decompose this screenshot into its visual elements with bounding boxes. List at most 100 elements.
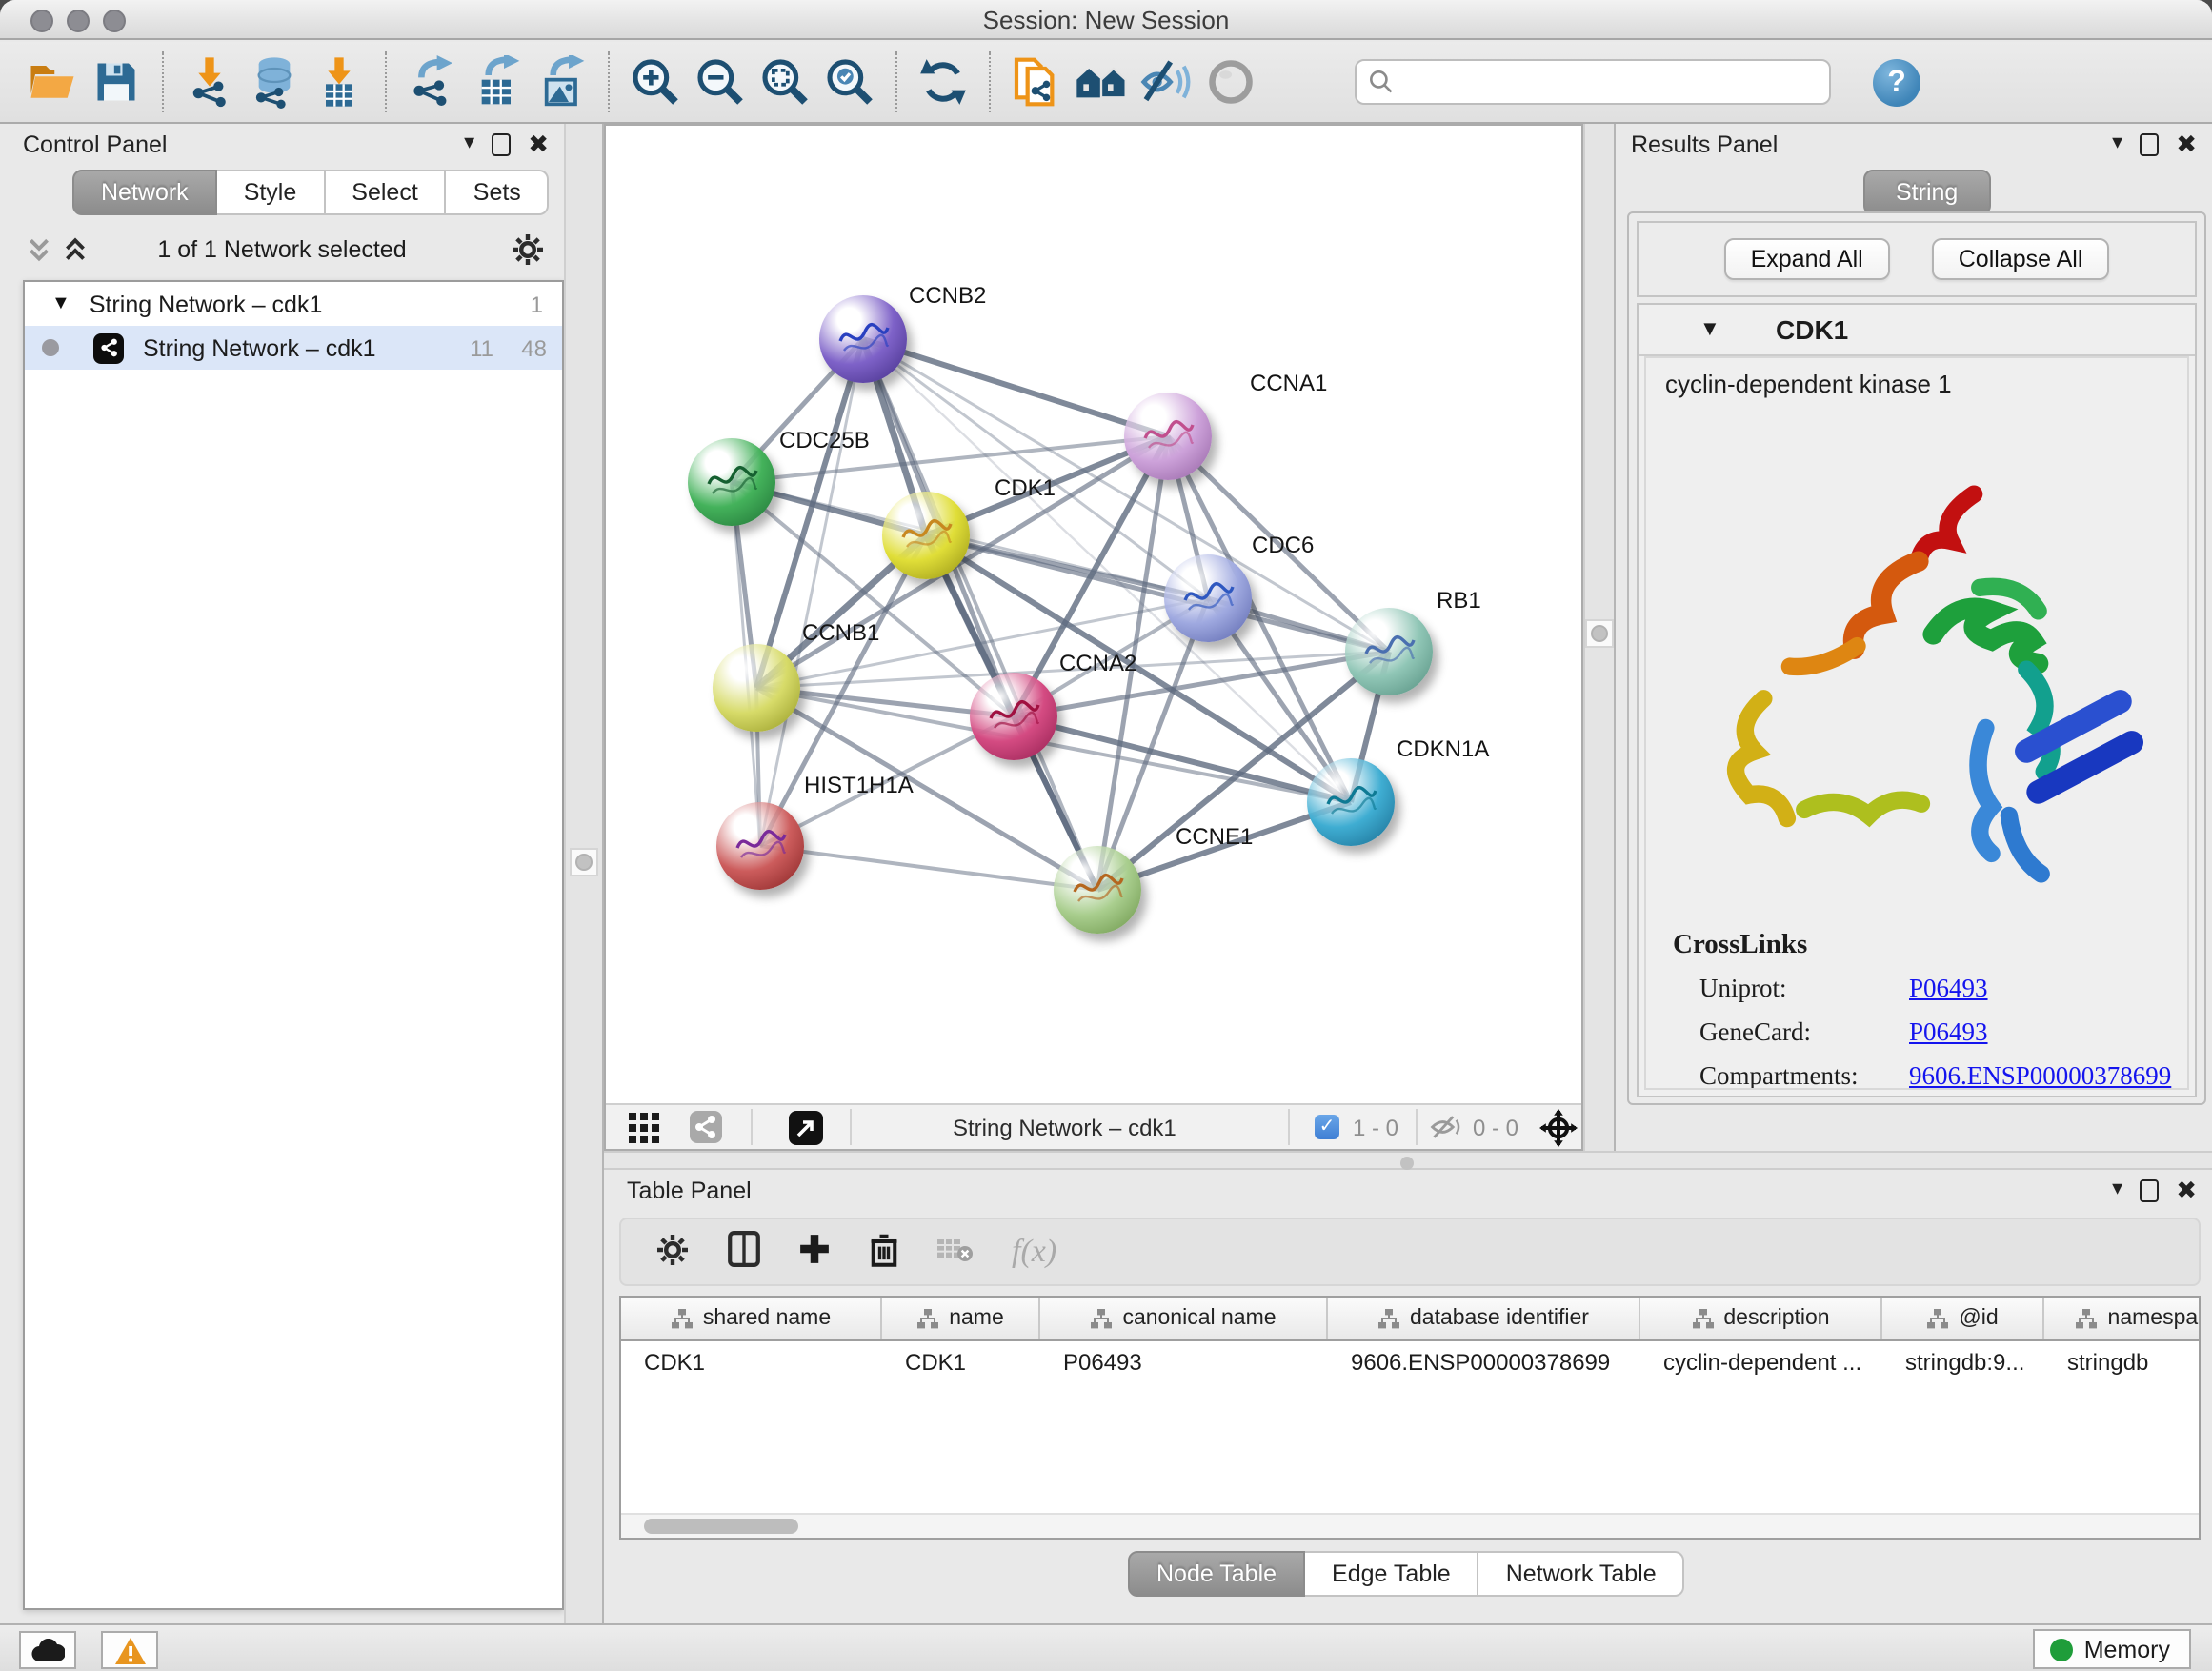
cloud-status-button[interactable] — [19, 1631, 76, 1669]
close-panel-icon[interactable]: ✖ — [528, 130, 549, 158]
collapse-panel-icon[interactable]: ▾ — [464, 130, 474, 158]
crosslink-link[interactable]: P06493 — [1909, 974, 1988, 1004]
column-header-shared-name[interactable]: shared name — [621, 1298, 882, 1339]
column-header-database-identifier[interactable]: database identifier — [1328, 1298, 1640, 1339]
network-collection-row[interactable]: ▼ String Network – cdk1 1 — [25, 282, 562, 326]
results-panel-title: Results Panel — [1631, 131, 1778, 158]
warning-status-button[interactable] — [101, 1631, 158, 1669]
tab-network[interactable]: Network — [72, 170, 217, 215]
select-columns-icon[interactable] — [728, 1231, 760, 1273]
float-panel-icon[interactable] — [2140, 1178, 2159, 1201]
export-image-icon[interactable] — [530, 50, 594, 114]
network-canvas[interactable]: CCNB2CCNA1CDC25BCDK1CDC6RB1CCNB1CCNA2CDK… — [606, 126, 1581, 1103]
network-share-icon[interactable] — [690, 1111, 722, 1149]
import-table-file-icon[interactable] — [307, 50, 372, 114]
table-row[interactable]: CDK1CDK1P064939606.ENSP00000378699cyclin… — [621, 1341, 2199, 1383]
network-node-CDK1[interactable] — [882, 492, 970, 579]
node-label-CCNA1: CCNA1 — [1250, 370, 1327, 396]
hide-panels-icon[interactable] — [1134, 50, 1198, 114]
export-view-icon[interactable] — [789, 1111, 823, 1151]
show-panels-icon[interactable] — [1198, 50, 1263, 114]
tab-edge-table[interactable]: Edge Table — [1305, 1551, 1479, 1597]
crosslink-link[interactable]: 9606.ENSP00000378699 — [1909, 1061, 2171, 1090]
crosslink-link[interactable]: P06493 — [1909, 1017, 1988, 1048]
table-options-gear-icon[interactable] — [655, 1232, 690, 1272]
collapse-panel-icon[interactable]: ▾ — [2112, 1176, 2122, 1204]
network-node-CDKN1A[interactable] — [1307, 758, 1395, 846]
collapse-all-button[interactable]: Collapse All — [1932, 238, 2110, 280]
zoom-selected-icon[interactable] — [817, 50, 882, 114]
collapse-panel-icon[interactable]: ▾ — [2112, 130, 2122, 158]
horizontal-splitter[interactable] — [604, 1151, 2212, 1170]
network-node-HIST1H1A[interactable] — [716, 802, 804, 890]
birdseye-grid-icon[interactable] — [629, 1113, 659, 1149]
import-network-database-icon[interactable] — [242, 50, 307, 114]
help-icon[interactable]: ? — [1873, 58, 1920, 106]
zoom-fit-icon[interactable] — [753, 50, 817, 114]
move-crosshair-icon[interactable] — [1539, 1109, 1578, 1153]
expand-all-button[interactable]: Expand All — [1724, 238, 1890, 280]
network-node-CDC6[interactable] — [1164, 554, 1252, 642]
zoom-in-icon[interactable] — [623, 50, 688, 114]
horizontal-splitter-handle[interactable] — [1400, 1157, 1414, 1170]
network-node-CCNB1[interactable] — [713, 644, 800, 732]
export-network-icon[interactable] — [400, 50, 465, 114]
network-node-CCNA1[interactable] — [1124, 393, 1212, 480]
open-session-icon[interactable] — [19, 50, 84, 114]
tab-node-table[interactable]: Node Table — [1128, 1551, 1305, 1597]
network-node-CCNE1[interactable] — [1054, 846, 1141, 934]
table-tabs: Node Table Edge Table Network Table — [1128, 1551, 1685, 1597]
search-input[interactable] — [1395, 67, 1818, 97]
network-node-CCNB2[interactable] — [819, 295, 907, 383]
search-field — [1355, 59, 1831, 105]
show-overview-icon[interactable] — [1069, 50, 1134, 114]
import-network-file-icon[interactable] — [177, 50, 242, 114]
right-splitter-handle[interactable] — [1585, 619, 1614, 648]
tab-string[interactable]: String — [1863, 170, 1990, 215]
protein-card-header[interactable]: ▼ CDK1 — [1639, 305, 2195, 356]
column-header-namespace[interactable]: namespace — [2044, 1298, 2201, 1339]
table-cell: 9606.ENSP00000378699 — [1328, 1341, 1640, 1383]
apply-layout-icon[interactable] — [911, 50, 975, 114]
table-cell: CDK1 — [882, 1341, 1040, 1383]
scrollbar-thumb[interactable] — [644, 1519, 798, 1534]
tab-sets[interactable]: Sets — [447, 170, 550, 215]
table-horizontal-scrollbar[interactable] — [621, 1513, 2199, 1538]
selected-nodes-checkbox-icon[interactable]: ✓ — [1315, 1115, 1339, 1139]
footer-separator — [1416, 1109, 1418, 1145]
collapse-card-icon[interactable]: ▼ — [1699, 318, 1720, 341]
network-node-CCNA2[interactable] — [970, 673, 1057, 760]
add-column-icon[interactable] — [798, 1233, 831, 1271]
column-header-name[interactable]: name — [882, 1298, 1040, 1339]
close-panel-icon[interactable]: ✖ — [2176, 1176, 2197, 1204]
tab-network-table[interactable]: Network Table — [1479, 1551, 1685, 1597]
float-panel-icon[interactable] — [2140, 132, 2159, 155]
export-table-icon[interactable] — [465, 50, 530, 114]
toolbar-separator — [989, 51, 991, 112]
node-label-RB1: RB1 — [1437, 587, 1481, 614]
network-options-gear-icon[interactable] — [511, 232, 545, 272]
column-header-description[interactable]: description — [1640, 1298, 1882, 1339]
network-node-CDC25B[interactable] — [688, 438, 775, 526]
close-panel-icon[interactable]: ✖ — [2176, 130, 2197, 158]
column-header-canonical-name[interactable]: canonical name — [1040, 1298, 1328, 1339]
column-header--id[interactable]: @id — [1882, 1298, 2044, 1339]
tab-select[interactable]: Select — [325, 170, 447, 215]
delete-column-icon[interactable] — [869, 1232, 899, 1272]
memory-button[interactable]: Memory — [2033, 1629, 2191, 1669]
float-panel-icon[interactable] — [492, 132, 511, 155]
tree-expand-icon[interactable]: ▼ — [51, 293, 70, 314]
save-session-icon[interactable] — [84, 50, 149, 114]
network-node-RB1[interactable] — [1345, 608, 1433, 695]
right-splitter[interactable] — [1583, 124, 1616, 1151]
hidden-eye-icon[interactable] — [1429, 1113, 1463, 1147]
expand-collapse-bar: Expand All Collapse All — [1637, 221, 2197, 297]
left-splitter-handle[interactable] — [570, 848, 598, 876]
network-row-selected[interactable]: String Network – cdk1 11 48 — [25, 326, 562, 370]
clone-network-icon[interactable] — [1004, 50, 1069, 114]
tab-style[interactable]: Style — [217, 170, 326, 215]
warning-icon — [113, 1636, 146, 1664]
toolbar-separator — [385, 51, 387, 112]
zoom-out-icon[interactable] — [688, 50, 753, 114]
left-splitter[interactable] — [564, 124, 604, 1623]
